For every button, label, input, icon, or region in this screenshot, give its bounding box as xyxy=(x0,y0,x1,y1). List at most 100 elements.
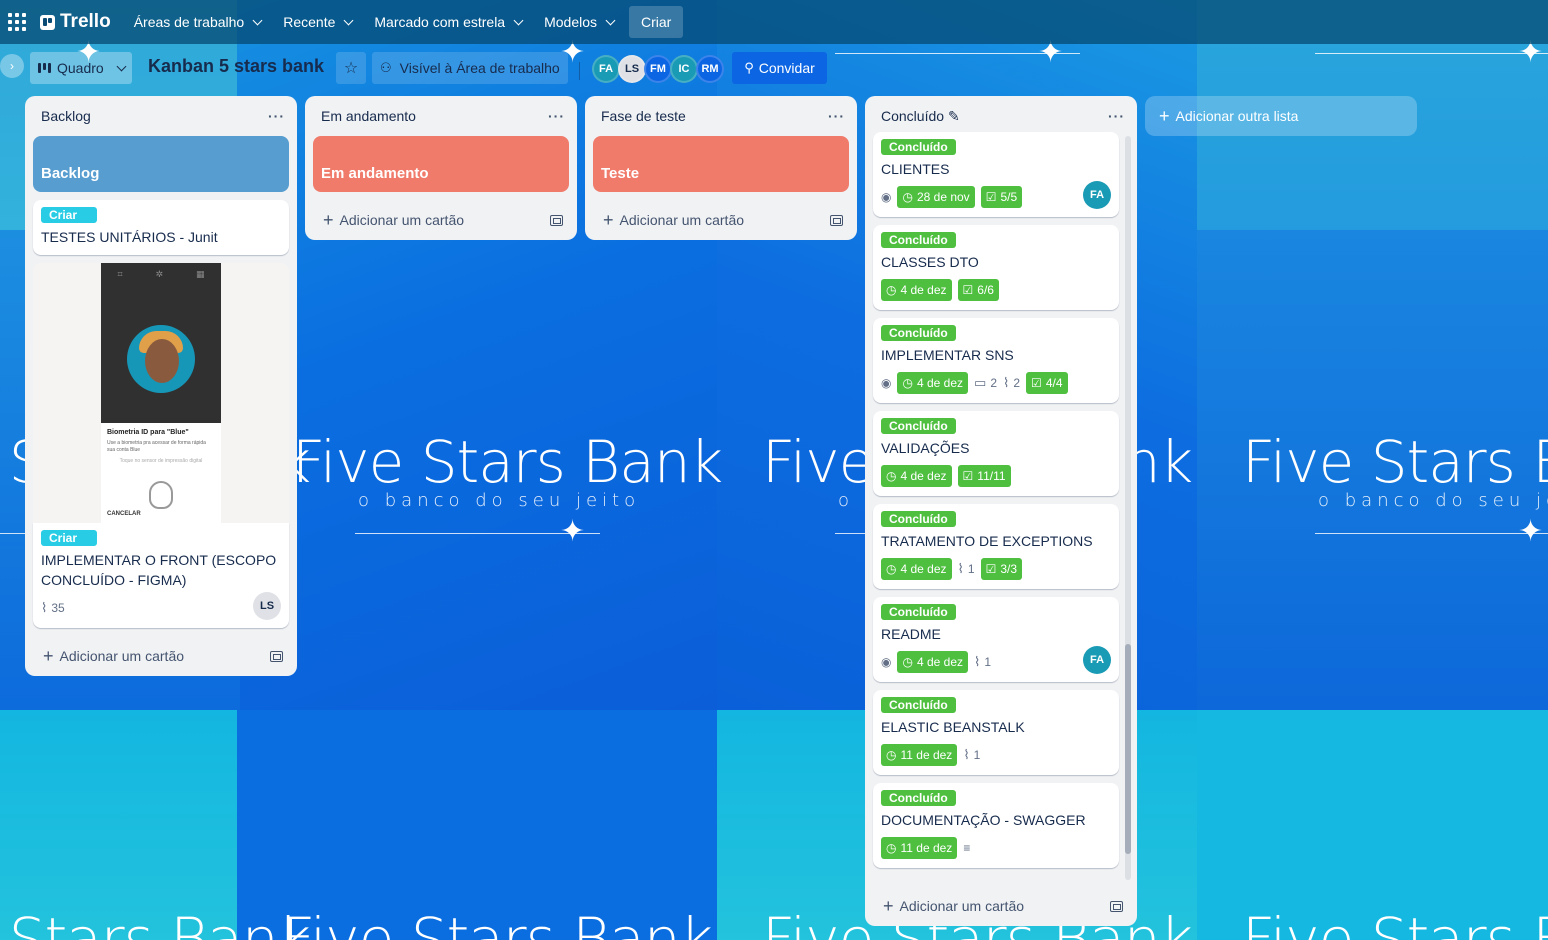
card-cover-image[interactable]: ⌗ ✲ ▦ Biometria ID para "Blue" Use a biome… xyxy=(33,263,289,523)
avatar[interactable]: LS xyxy=(618,55,646,83)
nav-label: Modelos xyxy=(544,14,598,30)
nav-templates[interactable]: Modelos xyxy=(533,6,625,38)
card-title: ELASTIC BEANSTALK xyxy=(881,719,1025,735)
card[interactable]: Concluído TRATAMENTO DE EXCEPTIONS ◷ 4 de… xyxy=(873,504,1119,589)
template-icon[interactable] xyxy=(270,650,283,662)
add-card-button[interactable]: + Adicionar um cartão xyxy=(25,636,297,676)
chevron-down-icon xyxy=(513,15,524,25)
card[interactable]: Concluído README ◉ ◷ 4 de dez ⌇ 1 FA xyxy=(873,597,1119,682)
watching-icon: ◉ xyxy=(881,655,892,669)
avatar[interactable]: FA xyxy=(1083,181,1111,209)
clock-icon: ◷ xyxy=(902,190,913,204)
avatar[interactable]: IC xyxy=(670,55,698,83)
due-date-badge[interactable]: ◷ 4 de dez xyxy=(897,372,969,394)
attachments-badge: ⌇ 1 xyxy=(963,747,980,763)
due-date: 4 de dez xyxy=(916,376,964,390)
nav-label: Marcado com estrela xyxy=(374,14,506,30)
card[interactable]: Concluído VALIDAÇÕES ◷ 4 de dez ☑ 11/11 xyxy=(873,411,1119,496)
comment-icon: ▭ xyxy=(974,375,987,390)
clock-icon: ◷ xyxy=(902,376,913,390)
paperclip-icon: ⌇ xyxy=(957,561,964,576)
avatar[interactable]: FA xyxy=(592,55,620,83)
due-date-badge[interactable]: ◷ 28 de nov xyxy=(897,186,975,208)
card[interactable]: Criar IMPLEMENTAR O FRONT (ESCOPO CONCLU… xyxy=(33,523,289,628)
card[interactable]: Concluído IMPLEMENTAR SNS ◉ ◷ 4 de dez ▭ 2… xyxy=(873,318,1119,403)
list-menu-icon[interactable]: ··· xyxy=(1108,108,1125,124)
due-date-badge[interactable]: ◷ 4 de dez xyxy=(897,651,969,673)
nav-label: Recente xyxy=(283,14,336,30)
plus-icon: + xyxy=(1159,106,1170,126)
template-icon[interactable] xyxy=(830,214,843,226)
watching-icon: ◉ xyxy=(881,190,892,204)
card[interactable]: Criar TESTES UNITÁRIOS - Junit xyxy=(33,200,289,255)
due-date: 4 de dez xyxy=(916,655,964,669)
app-switcher-icon[interactable] xyxy=(8,13,26,31)
attachments-count: 35 xyxy=(51,601,65,615)
avatar[interactable]: FA xyxy=(1083,646,1111,674)
sidebar-expand-button[interactable]: › xyxy=(0,54,24,78)
due-date-badge[interactable]: ◷ 11 de dez xyxy=(881,837,958,859)
due-date-badge[interactable]: ◷ 11 de dez xyxy=(881,744,958,766)
card[interactable]: Concluído CLIENTES ◉ ◷ 28 de nov ☑ 5/5 FA xyxy=(873,132,1119,217)
due-date-badge[interactable]: ◷ 4 de dez xyxy=(881,279,952,301)
watching-icon: ◉ xyxy=(881,376,892,390)
card-label: Criar xyxy=(41,207,97,223)
list-menu-icon[interactable]: ··· xyxy=(268,108,285,124)
visibility-label: Visível à Área de trabalho xyxy=(399,60,560,76)
template-icon[interactable] xyxy=(1110,900,1123,912)
list-test: Fase de teste ··· Teste + Adicionar um ca… xyxy=(585,96,857,240)
paperclip-icon: ⌇ xyxy=(41,600,48,615)
bg-tagline-1: o banco do seu jeito xyxy=(358,490,641,511)
phone-title: Biometria ID para "Blue" xyxy=(107,429,189,436)
checkbox-icon: ☑ xyxy=(985,190,997,204)
nav-recent[interactable]: Recente xyxy=(272,6,363,38)
clock-icon: ◷ xyxy=(886,469,897,483)
card[interactable]: Concluído CLASSES DTO ◷ 4 de dez ☑ 6/6 xyxy=(873,225,1119,310)
avatar[interactable]: RM xyxy=(696,55,724,83)
list-header: Backlog ··· xyxy=(25,96,297,136)
paperclip-icon: ⌇ xyxy=(974,654,981,669)
list-menu-icon[interactable]: ··· xyxy=(548,108,565,124)
add-list-button[interactable]: + Adicionar outra lista xyxy=(1145,96,1417,136)
add-card-button[interactable]: + Adicionar um cartão xyxy=(585,200,857,240)
list-title[interactable]: Fase de teste xyxy=(601,108,686,124)
fingerprint-icon xyxy=(149,481,173,509)
board-view-switcher[interactable]: Quadro xyxy=(30,52,132,84)
card-title: DOCUMENTAÇÃO - SWAGGER xyxy=(881,812,1086,828)
invite-button[interactable]: ⚲ Convidar xyxy=(732,52,827,84)
star-board-icon[interactable]: ☆ xyxy=(336,52,366,84)
nav-starred[interactable]: Marcado com estrela xyxy=(363,6,533,38)
add-card-button[interactable]: + Adicionar um cartão xyxy=(865,886,1137,926)
clock-icon: ◷ xyxy=(886,283,897,297)
due-date: 11 de dez xyxy=(900,841,953,855)
card-title: VALIDAÇÕES xyxy=(881,440,970,456)
checklist-count: 5/5 xyxy=(1000,190,1018,204)
list-menu-icon[interactable]: ··· xyxy=(828,108,845,124)
logo-text: Trello xyxy=(60,11,111,32)
card-cover-backlog[interactable]: Backlog xyxy=(33,136,289,192)
checklist-badge: ☑ 11/11 xyxy=(957,465,1011,487)
nav-workspaces[interactable]: Áreas de trabalho xyxy=(123,6,273,38)
checkbox-icon: ☑ xyxy=(1031,376,1042,390)
template-icon[interactable] xyxy=(550,214,563,226)
clock-icon: ◷ xyxy=(886,841,897,855)
list-title[interactable]: Backlog xyxy=(41,108,91,124)
avatar[interactable]: FM xyxy=(644,55,672,83)
card-cover-test[interactable]: Teste xyxy=(593,136,849,192)
trello-logo[interactable]: Trello xyxy=(40,11,111,33)
due-date-badge[interactable]: ◷ 4 de dez xyxy=(881,558,952,580)
avatar[interactable]: LS xyxy=(253,592,281,620)
card-title: IMPLEMENTAR O FRONT (ESCOPO CONCLUÍDO - … xyxy=(41,552,277,588)
add-card-button[interactable]: + Adicionar um cartão xyxy=(305,200,577,240)
card-cover-doing[interactable]: Em andamento xyxy=(313,136,569,192)
paperclip-icon: ⌇ xyxy=(1003,375,1010,390)
card[interactable]: Concluído ELASTIC BEANSTALK ◷ 11 de dez ⌇… xyxy=(873,690,1119,775)
board-title[interactable]: Kanban 5 stars bank xyxy=(148,56,324,77)
list-title[interactable]: Concluído xyxy=(881,108,944,124)
visibility-button[interactable]: ⚇ Visível à Área de trabalho xyxy=(372,52,568,84)
create-button[interactable]: Criar xyxy=(629,6,684,38)
card[interactable]: Concluído DOCUMENTAÇÃO - SWAGGER ◷ 11 de … xyxy=(873,783,1119,868)
due-date-badge[interactable]: ◷ 4 de dez xyxy=(881,465,952,487)
list-title[interactable]: Em andamento xyxy=(321,108,416,124)
bg-brand-1: Five Stars Bank xyxy=(292,428,723,496)
